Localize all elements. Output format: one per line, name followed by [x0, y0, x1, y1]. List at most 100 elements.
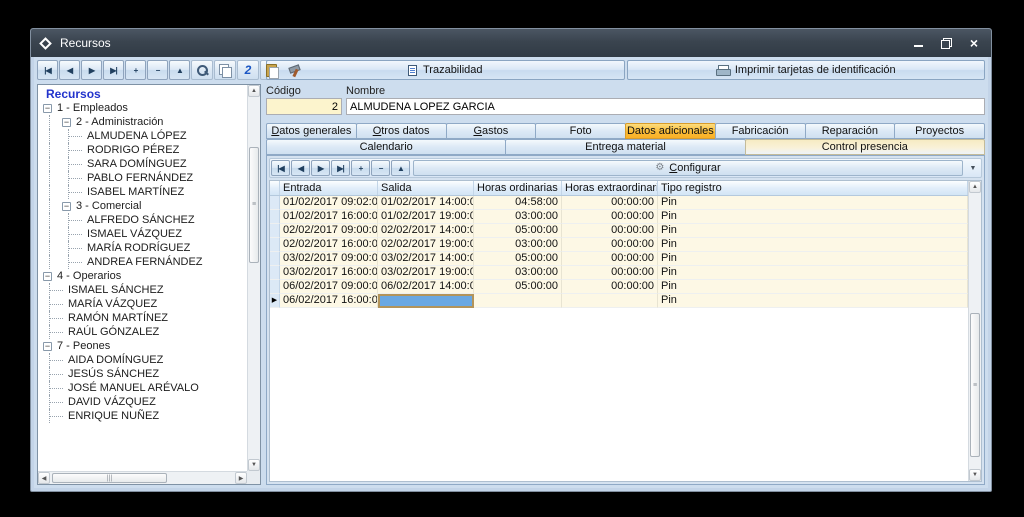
cell-entrada[interactable]: 02/02/2017 09:00:00 — [280, 224, 378, 238]
tab-gastos[interactable]: Gastos — [446, 123, 537, 139]
tree-node-david-vazquez[interactable]: DAVID VÁZQUEZ — [39, 395, 246, 409]
scroll-right-icon[interactable]: ▶ — [235, 472, 247, 484]
nombre-input[interactable] — [346, 98, 985, 115]
column-header-horas-ordinarias[interactable]: Horas ordinarias — [474, 181, 562, 195]
cell-tipo-registro[interactable]: Pin — [658, 266, 968, 280]
tree-node-4-operarios[interactable]: −4 - Operarios — [39, 269, 246, 283]
next-record-button[interactable]: ▶ — [81, 60, 102, 80]
tree-hscroll-thumb[interactable]: ||| — [52, 473, 167, 483]
scroll-left-icon[interactable]: ◀ — [38, 472, 50, 484]
last-record-button[interactable]: ▶| — [331, 160, 350, 176]
add-record-button[interactable]: + — [125, 60, 146, 80]
grid-options-dropdown[interactable]: ▼ — [966, 160, 980, 176]
close-button[interactable]: × — [967, 36, 981, 50]
tree-node-3-comercial[interactable]: −3 - Comercial — [39, 199, 246, 213]
tree-node-andrea-fernandez[interactable]: ANDREA FERNÁNDEZ — [39, 255, 246, 269]
last-record-button[interactable]: ▶| — [103, 60, 124, 80]
edit-record-button[interactable]: ▲ — [169, 60, 190, 80]
cell-salida[interactable] — [378, 294, 474, 308]
cell-horas-ordinarias[interactable] — [474, 294, 562, 308]
table-vscroll-thumb[interactable]: ≡ — [970, 313, 980, 457]
tab-control-presencia[interactable]: Control presencia — [745, 139, 985, 155]
tab-proyectos[interactable]: Proyectos — [894, 123, 985, 139]
minimize-button[interactable] — [911, 36, 925, 50]
cell-horas-extraordinarias[interactable]: 00:00:00 — [562, 210, 658, 224]
column-header-tipo-registro[interactable]: Tipo registro — [658, 181, 968, 195]
previous-record-button[interactable]: ◀ — [59, 60, 80, 80]
cell-salida[interactable]: 03/02/2017 14:00:00 — [378, 252, 474, 266]
tree-node-alfredo-sanchez[interactable]: ALFREDO SÁNCHEZ — [39, 213, 246, 227]
tree-node-sara-dominguez[interactable]: SARA DOMÍNGUEZ — [39, 157, 246, 171]
cell-tipo-registro[interactable]: Pin — [658, 224, 968, 238]
collapse-toggle-icon[interactable]: − — [62, 202, 71, 211]
collapse-toggle-icon[interactable]: − — [43, 342, 52, 351]
imprimir-tarjetas-button[interactable]: Imprimir tarjetas de identificación — [627, 60, 986, 80]
remove-record-button[interactable]: − — [371, 160, 390, 176]
cell-salida[interactable]: 06/02/2017 14:00:00 — [378, 280, 474, 294]
tree-vscroll-thumb[interactable]: ≡ — [249, 147, 259, 263]
tree-node-jose-manuel-arevalo[interactable]: JOSÉ MANUEL ARÉVALO — [39, 381, 246, 395]
tree-node-maria-vazquez[interactable]: MARÍA VÁZQUEZ — [39, 297, 246, 311]
cell-horas-ordinarias[interactable]: 03:00:00 — [474, 238, 562, 252]
add-record-button[interactable]: + — [351, 160, 370, 176]
tree-horizontal-scrollbar[interactable]: ◀ ||| ▶ — [38, 471, 247, 484]
tab-datos-generales[interactable]: Datos generales — [266, 123, 357, 139]
first-record-button[interactable]: |◀ — [37, 60, 58, 80]
cell-salida[interactable]: 01/02/2017 14:00:00 — [378, 196, 474, 210]
cell-entrada[interactable]: 01/02/2017 16:00:00 — [280, 210, 378, 224]
tree-node-ismael-vazquez[interactable]: ISMAEL VÁZQUEZ — [39, 227, 246, 241]
collapse-toggle-icon[interactable]: − — [62, 118, 71, 127]
collapse-toggle-icon[interactable]: − — [43, 104, 52, 113]
tree-node-pablo-fernandez[interactable]: PABLO FERNÁNDEZ — [39, 171, 246, 185]
cell-entrada[interactable]: 03/02/2017 16:00:00 — [280, 266, 378, 280]
tree-node-isabel-martinez[interactable]: ISABEL MARTÍNEZ — [39, 185, 246, 199]
restore-button[interactable] — [939, 36, 953, 50]
cell-tipo-registro[interactable]: Pin — [658, 252, 968, 266]
column-header-horas-extraordinarias[interactable]: Horas extraordinarias — [562, 181, 658, 195]
tree-node-aida-dominguez[interactable]: AIDA DOMÍNGUEZ — [39, 353, 246, 367]
table-row[interactable]: 03/02/2017 16:00:0003/02/2017 19:00:0003… — [270, 266, 968, 280]
cell-salida[interactable]: 01/02/2017 19:00:00 — [378, 210, 474, 224]
tree-node-recursos[interactable]: Recursos — [39, 87, 246, 101]
codigo-input[interactable] — [266, 98, 342, 115]
tree-node-jesus-sanchez[interactable]: JESÚS SÁNCHEZ — [39, 367, 246, 381]
tree-node-2-administracion[interactable]: −2 - Administración — [39, 115, 246, 129]
remove-record-button[interactable]: − — [147, 60, 168, 80]
table-row[interactable]: ▶06/02/2017 16:00:00Pin — [270, 294, 968, 308]
cell-horas-extraordinarias[interactable]: 00:00:00 — [562, 266, 658, 280]
cell-horas-ordinarias[interactable]: 03:00:00 — [474, 266, 562, 280]
cell-entrada[interactable]: 01/02/2017 09:02:00 — [280, 196, 378, 210]
trazabilidad-button[interactable]: Trazabilidad — [266, 60, 625, 80]
tree-node-raul-gonzalez[interactable]: RAÚL GÓNZALEZ — [39, 325, 246, 339]
tree-node-almudena-lopez[interactable]: ALMUDENA LÓPEZ — [39, 129, 246, 143]
previous-record-button[interactable]: ◀ — [291, 160, 310, 176]
cell-entrada[interactable]: 03/02/2017 09:00:00 — [280, 252, 378, 266]
cell-salida[interactable]: 03/02/2017 19:00:00 — [378, 266, 474, 280]
cell-horas-extraordinarias[interactable]: 00:00:00 — [562, 224, 658, 238]
table-row[interactable]: 01/02/2017 09:02:0001/02/2017 14:00:0004… — [270, 196, 968, 210]
scroll-down-icon[interactable]: ▼ — [969, 469, 981, 481]
column-header-salida[interactable]: Salida — [378, 181, 474, 195]
table-row[interactable]: 06/02/2017 09:00:0006/02/2017 14:00:0005… — [270, 280, 968, 294]
cell-horas-ordinarias[interactable]: 03:00:00 — [474, 210, 562, 224]
cell-tipo-registro[interactable]: Pin — [658, 196, 968, 210]
cell-horas-ordinarias[interactable]: 05:00:00 — [474, 280, 562, 294]
tree-node-ismael-sanchez[interactable]: ISMAEL SÁNCHEZ — [39, 283, 246, 297]
tree-node-rodrigo-perez[interactable]: RODRIGO PÉREZ — [39, 143, 246, 157]
edit-record-button[interactable]: ▲ — [391, 160, 410, 176]
tab-foto[interactable]: Foto — [535, 123, 626, 139]
cell-horas-extraordinarias[interactable]: 00:00:00 — [562, 252, 658, 266]
tree-node-enrique-nunez[interactable]: ENRIQUE NUÑEZ — [39, 409, 246, 423]
cell-tipo-registro[interactable]: Pin — [658, 280, 968, 294]
tab-reparacion[interactable]: Reparación — [805, 123, 896, 139]
tree-node-1-empleados[interactable]: −1 - Empleados — [39, 101, 246, 115]
search-button[interactable] — [191, 60, 213, 80]
tab-fabricacion[interactable]: Fabricación — [715, 123, 806, 139]
configurar-button[interactable]: ⚙Configurar — [413, 160, 963, 176]
tree-vertical-scrollbar[interactable]: ▲ ≡ ▼ — [247, 85, 260, 471]
cell-salida[interactable]: 02/02/2017 19:00:00 — [378, 238, 474, 252]
tree-node-maria-rodriguez[interactable]: MARÍA RODRÍGUEZ — [39, 241, 246, 255]
tab-entrega-material[interactable]: Entrega material — [505, 139, 745, 155]
cell-entrada[interactable]: 06/02/2017 16:00:00 — [280, 294, 378, 308]
cell-tipo-registro[interactable]: Pin — [658, 238, 968, 252]
